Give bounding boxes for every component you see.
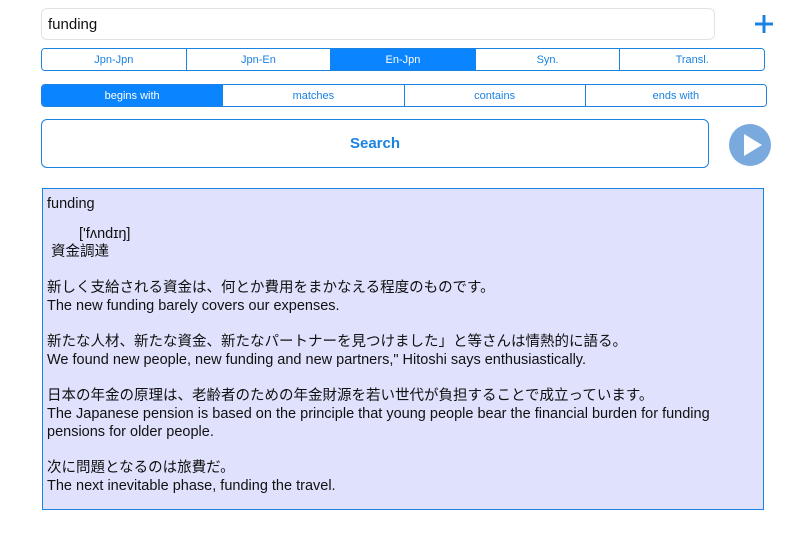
tab-synonyms[interactable]: Syn. [474,49,620,70]
plus-icon [755,15,773,33]
result-panel: funding ['fʌndɪŋ] 資金調達 新しく支給される資金は、何とか費用… [42,188,764,510]
play-button[interactable] [729,124,771,166]
example-english: The new funding barely covers our expens… [47,298,340,314]
example-entry: 新たな人材、新たな資金、新たなパートナーを見つけました」と等さんは情熱的に語る。… [47,333,759,369]
tab-matches[interactable]: matches [222,85,404,106]
result-headword: funding [47,196,95,212]
example-english: The Japanese pension is based on the pri… [47,406,710,440]
tab-contains[interactable]: contains [403,85,585,106]
search-button-label: Search [349,135,401,152]
example-japanese: 新たな人材、新たな資金、新たなパートナーを見つけました」と等さんは情熱的に語る。 [47,334,627,350]
play-icon [729,124,771,166]
example-japanese: 次に問題となるのは旅費だ。 [47,460,235,476]
tab-ends-with[interactable]: ends with [584,85,766,106]
tab-translation[interactable]: Transl. [619,49,764,70]
tab-en-jpn[interactable]: En-Jpn [330,49,475,70]
match-mode-selector: begins with matches contains ends with [41,84,767,107]
example-japanese: 日本の年金の原理は、老齢者のための年金財源を若い世代が負担することで成立っていま… [47,388,654,404]
example-japanese: 新しく支給される資金は、何とか費用をまかなえる程度のものです。 [47,280,495,296]
result-meaning: 資金調達 [51,244,109,260]
search-input[interactable] [41,8,715,40]
add-button[interactable] [752,12,776,36]
example-entry: 次に問題となるのは旅費だ。 The next inevitable phase,… [47,459,759,495]
result-pronunciation: ['fʌndɪŋ] [79,226,131,242]
dictionary-selector: Jpn-Jpn Jpn-En En-Jpn Syn. Transl. [41,48,765,71]
tab-jpn-en[interactable]: Jpn-En [185,49,331,70]
example-english: The next inevitable phase, funding the t… [47,478,336,494]
search-button[interactable]: Search [41,119,709,168]
example-english: We found new people, new funding and new… [47,352,587,368]
example-entry: 日本の年金の原理は、老齢者のための年金財源を若い世代が負担することで成立っていま… [47,387,759,441]
tab-begins-with[interactable]: begins with [42,85,223,106]
example-entry: 新しく支給される資金は、何とか費用をまかなえる程度のものです。 The new … [47,279,759,315]
tab-jpn-jpn[interactable]: Jpn-Jpn [42,49,186,70]
